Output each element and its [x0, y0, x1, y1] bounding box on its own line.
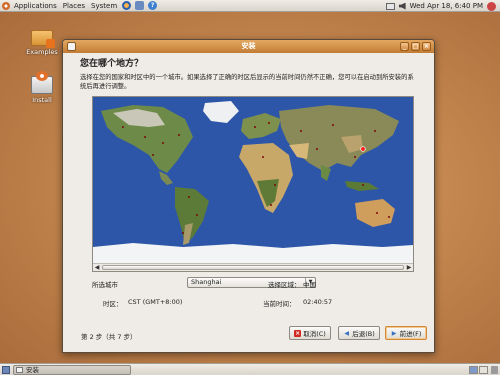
system-menu[interactable]: System — [88, 2, 120, 10]
selected-region-value: 中国 — [303, 281, 316, 289]
installer-icon — [31, 71, 53, 94]
timezone-value: CST (GMT+8:00) — [128, 298, 183, 306]
scroll-right-arrow-icon[interactable]: ▶ — [406, 265, 412, 271]
timezone-map-frame: ◀ ▶ — [92, 96, 414, 272]
clock[interactable]: Wed Apr 18, 6:40 PM — [410, 2, 483, 10]
window-menu-icon[interactable] — [67, 42, 76, 51]
forward-button[interactable]: ▶ 前进(F) — [385, 326, 427, 340]
timezone-label: 时区： — [103, 300, 123, 308]
desktop-icon-install[interactable]: Install — [22, 71, 62, 104]
ubuntu-logo-icon[interactable] — [2, 2, 10, 10]
cancel-button-label: 取消(C) — [303, 330, 326, 338]
selected-city-label: 所选城市 — [92, 281, 118, 289]
back-arrow-icon: ◀ — [344, 329, 350, 337]
minimize-icon[interactable]: _ — [400, 42, 409, 51]
power-icon[interactable] — [487, 1, 496, 11]
system-tray: Wed Apr 18, 6:40 PM — [385, 0, 496, 12]
map-horizontal-scrollbar[interactable]: ◀ ▶ — [93, 263, 413, 271]
installer-window: 安装 _ □ × 您在哪个地方？ 选择在您的国家和时区中的一个城市。如果选择了正… — [62, 39, 435, 353]
current-time-label: 当前时间： — [263, 300, 296, 308]
taskbar-item-label: 安装 — [26, 366, 39, 374]
firefox-launcher-icon[interactable] — [122, 1, 132, 10]
workspace-1[interactable] — [469, 366, 478, 374]
help-launcher-icon[interactable]: ? — [148, 1, 158, 10]
forward-arrow-icon: ▶ — [391, 329, 397, 337]
selected-region-label: 选择区域： — [268, 281, 301, 289]
cancel-button[interactable]: × 取消(C) — [289, 326, 331, 340]
volume-icon[interactable] — [398, 2, 406, 10]
places-menu[interactable]: Places — [60, 2, 88, 10]
instruction-text: 选择在您的国家和时区中的一个城市。如果选择了正确的时区后显示的当前时间仍然不正确… — [80, 74, 414, 90]
cancel-icon: × — [294, 329, 302, 337]
workspace-2[interactable] — [479, 366, 488, 374]
top-panel: Applications Places System ? Wed Apr 18,… — [0, 0, 500, 12]
notification-mail-icon[interactable] — [385, 2, 395, 10]
current-time-value: 02:40:57 — [303, 298, 333, 306]
back-button-label: 后退(B) — [352, 330, 375, 338]
maximize-icon[interactable]: □ — [411, 42, 420, 51]
taskbar-item-installer[interactable]: 安装 — [13, 365, 131, 375]
show-desktop-icon[interactable] — [2, 366, 10, 374]
selected-city-marker — [360, 146, 366, 152]
scrollbar-thumb[interactable] — [102, 265, 404, 270]
back-button[interactable]: ◀ 后退(B) — [338, 326, 380, 340]
trash-icon[interactable] — [491, 366, 498, 374]
forward-button-label: 前进(F) — [399, 330, 422, 338]
world-map[interactable] — [93, 97, 413, 263]
mail-launcher-icon[interactable] — [135, 1, 145, 10]
window-title: 安装 — [241, 42, 256, 50]
city-select-value: Shanghai — [191, 278, 222, 286]
desktop-icon-examples[interactable]: Examples — [22, 30, 62, 56]
workspace-switcher — [469, 366, 488, 374]
step-indicator: 第 2 步（共 7 步） — [81, 333, 137, 341]
page-heading: 您在哪个地方？ — [80, 59, 144, 69]
window-titlebar[interactable]: 安装 _ □ × — [63, 40, 434, 53]
folder-icon — [31, 30, 55, 48]
desktop-icon-label: Install — [32, 96, 52, 104]
bottom-panel: 安装 — [0, 363, 500, 375]
installer-window-icon — [16, 367, 23, 373]
close-icon[interactable]: × — [422, 42, 431, 51]
scroll-left-arrow-icon[interactable]: ◀ — [94, 265, 100, 271]
window-controls: _ □ × — [400, 42, 431, 51]
desktop-icon-label: Examples — [26, 48, 58, 56]
